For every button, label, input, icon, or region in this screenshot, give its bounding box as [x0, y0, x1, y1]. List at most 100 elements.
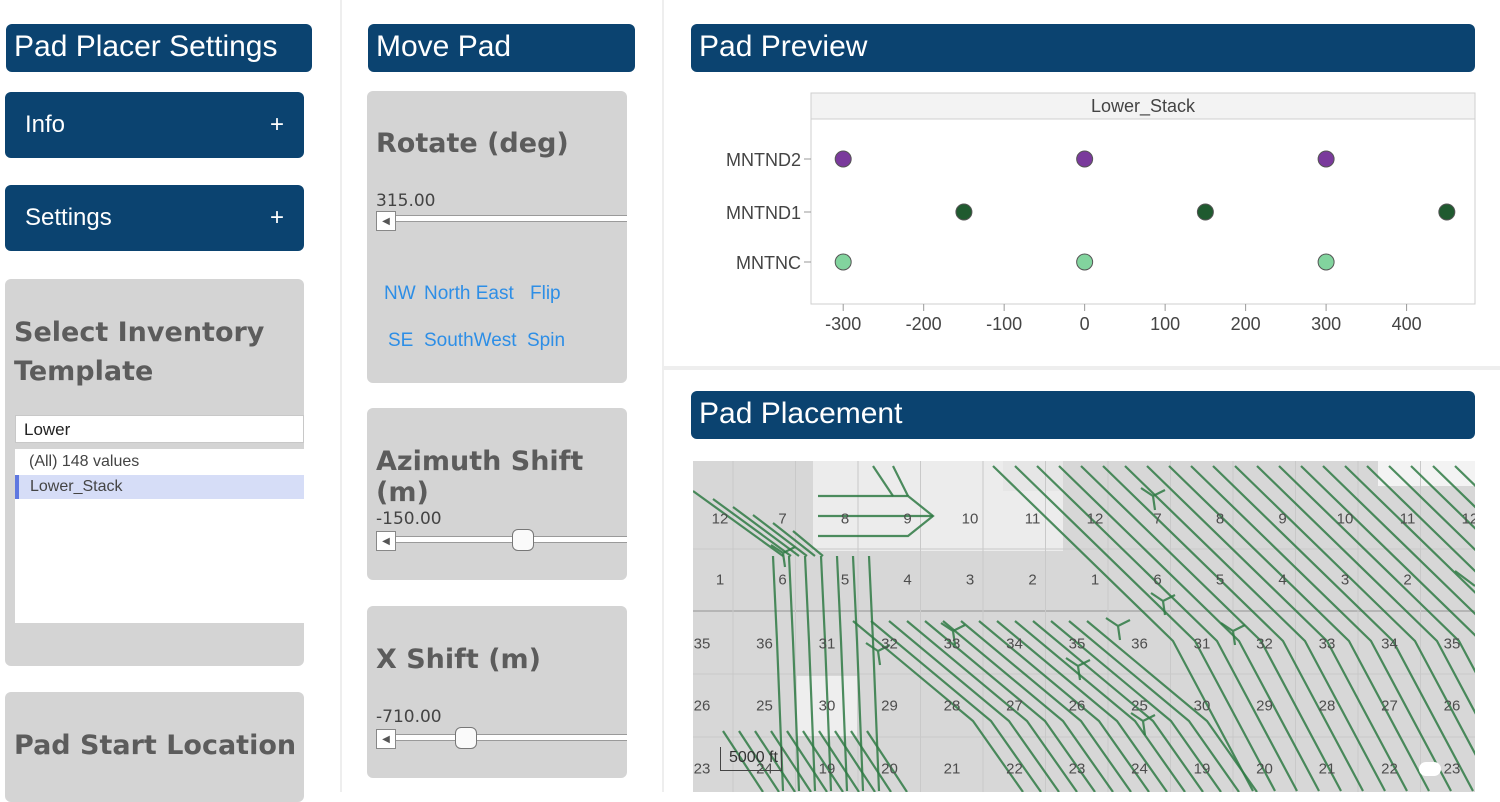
map-section-label: 34	[1006, 635, 1023, 653]
expand-icon[interactable]: +	[270, 111, 284, 139]
x-shift-title: X Shift (m)	[376, 644, 542, 675]
inventory-listbox[interactable]: (All) 148 values Lower_Stack	[15, 449, 304, 623]
well-trajectory	[1300, 465, 1475, 637]
pad-start-location-title: Pad Start Location	[14, 730, 297, 761]
x-tick-label: 300	[1311, 314, 1341, 334]
map-section-label: 22	[1006, 760, 1023, 778]
x-shift-decrement-icon[interactable]: ◀	[376, 729, 396, 749]
map-section-label: 7	[1153, 510, 1162, 528]
rotate-card: Rotate (deg) 315.00 ◀ NW North East Flip…	[367, 91, 627, 383]
well-trajectory	[693, 490, 784, 557]
map-section-label: 33	[1318, 635, 1336, 653]
map-section-label: 22	[1381, 760, 1398, 778]
data-point-mntnc[interactable]	[834, 253, 852, 271]
map-section-label: 30	[818, 697, 836, 715]
row-divider	[664, 366, 1500, 370]
map-svg	[693, 461, 1475, 792]
x-tick-label: -300	[825, 314, 861, 334]
nw-link[interactable]: NW	[384, 283, 416, 305]
info-label: Info	[25, 111, 66, 138]
north-east-link[interactable]: North East	[424, 283, 514, 305]
x-tick-label: 100	[1150, 314, 1180, 334]
southwest-link[interactable]: SouthWest	[424, 330, 517, 352]
chart-title: Lower_Stack	[1091, 96, 1196, 117]
map-section-label: 28	[943, 697, 961, 715]
map-section-label: 34	[1381, 635, 1398, 653]
map-section-label: 5	[1215, 571, 1225, 589]
spin-link[interactable]: Spin	[527, 330, 565, 352]
map-section-label: 9	[903, 510, 912, 528]
map-section-label: 4	[903, 571, 912, 589]
map-section-label: 2	[1403, 571, 1412, 589]
list-item-selected[interactable]: Lower_Stack	[15, 475, 304, 499]
map-section-label: 28	[1318, 697, 1336, 715]
data-point-mntnd2[interactable]	[1076, 150, 1094, 168]
expand-icon[interactable]: +	[270, 204, 284, 232]
map-section-label: 24	[1131, 760, 1148, 778]
plot-area	[810, 118, 1476, 305]
map-section-label: 20	[1256, 760, 1273, 778]
azimuth-slider-track[interactable]	[376, 536, 627, 543]
map-section-label: 30	[1193, 697, 1211, 715]
well-trajectory	[1105, 617, 1131, 641]
azimuth-shift-title: Azimuth Shift (m)	[376, 446, 584, 508]
map-section-label: 2	[1028, 571, 1037, 589]
map-section-label: 25	[1131, 697, 1148, 715]
data-point-mntnd2[interactable]	[834, 150, 852, 168]
rotate-title: Rotate (deg)	[376, 128, 569, 159]
info-accordion[interactable]: Info +	[5, 92, 304, 158]
well-trajectory	[1168, 465, 1430, 792]
azimuth-decrement-icon[interactable]: ◀	[376, 531, 396, 551]
inventory-template-card: Select Inventory Template Lower (All) 14…	[5, 279, 304, 666]
map-section-label: 26	[1068, 697, 1086, 715]
x-tick-label: 200	[1231, 314, 1261, 334]
inventory-title-line2: Template	[14, 356, 154, 387]
inventory-search-input[interactable]: Lower	[15, 415, 304, 443]
flip-link[interactable]: Flip	[530, 283, 561, 305]
map-section-label: 23	[693, 760, 711, 778]
map-section-label: 3	[1340, 571, 1350, 589]
data-point-mntnc[interactable]	[1076, 253, 1094, 271]
map-section-label: 9	[1278, 510, 1287, 528]
map-section-label: 21	[1318, 760, 1336, 778]
map-section-label: 10	[961, 510, 979, 528]
map-section-label: 31	[1193, 635, 1211, 653]
map-section-label: 21	[943, 760, 961, 778]
data-point-mntnd1[interactable]	[1196, 203, 1214, 221]
x-shift-value: -710.00	[376, 707, 442, 727]
settings-accordion[interactable]: Settings +	[5, 185, 304, 251]
map-section-label: 35	[1068, 635, 1086, 653]
map-section-label: 7	[778, 510, 787, 528]
column-divider	[340, 0, 342, 792]
list-item-all[interactable]: (All) 148 values	[15, 449, 304, 474]
settings-label: Settings	[25, 204, 112, 231]
inventory-title-line1: Select Inventory	[14, 317, 265, 348]
rotate-slider-track[interactable]	[376, 215, 627, 222]
data-point-mntnd2[interactable]	[1317, 150, 1335, 168]
se-link[interactable]: SE	[388, 330, 413, 352]
map-section-label: 11	[1399, 510, 1416, 528]
map-section-label: 27	[1381, 697, 1398, 715]
map-section-label: 36	[1131, 635, 1148, 653]
well-trajectory	[1080, 465, 1342, 792]
data-point-mntnd1[interactable]	[955, 203, 973, 221]
map-section-label: 29	[881, 697, 898, 715]
map-zoom-toggle[interactable]	[1419, 762, 1441, 776]
map-section-label: 1	[715, 571, 725, 589]
azimuth-slider-thumb[interactable]	[512, 529, 534, 551]
x-tick-label: -200	[906, 314, 942, 334]
map-section-label: 5	[840, 571, 850, 589]
x-shift-slider-thumb[interactable]	[454, 727, 477, 749]
x-shift-slider-track[interactable]	[376, 734, 627, 741]
pad-placement-header: Pad Placement	[691, 391, 1475, 439]
map-section-label: 1	[1090, 571, 1100, 589]
data-point-mntnc[interactable]	[1317, 253, 1335, 271]
data-point-mntnd1[interactable]	[1438, 203, 1456, 221]
map-scale-bar: 5000 ft	[720, 747, 782, 771]
map-section-label: 26	[1443, 697, 1461, 715]
rotate-decrement-icon[interactable]: ◀	[376, 211, 396, 231]
map-section-label: 12	[1086, 510, 1104, 528]
pad-placer-settings-header: Pad Placer Settings	[6, 24, 312, 72]
pad-placement-map[interactable]: 12 7 8 9 10 11 12 7 8 9 10 11 12 1 6 5 4 3 2 1 6 5 4 3 2 35 36 31 32…	[693, 461, 1475, 792]
map-section-label: 10	[1336, 510, 1354, 528]
